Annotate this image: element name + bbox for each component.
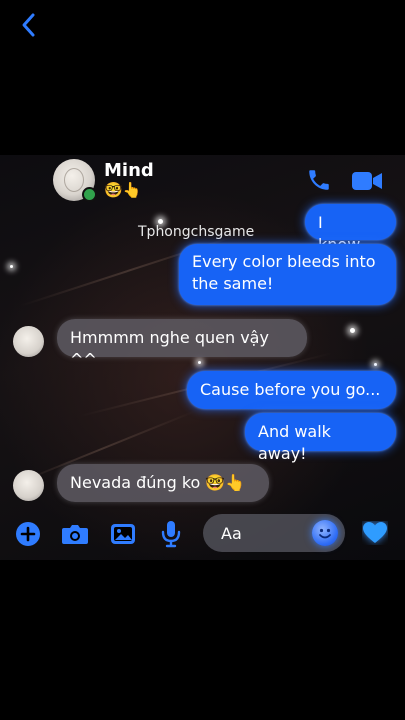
- online-indicator: [82, 187, 97, 202]
- plus-icon[interactable]: [15, 521, 41, 547]
- message-incoming[interactable]: Nevada đúng ko 🤓👆: [57, 464, 269, 502]
- contact-name[interactable]: Mind: [104, 160, 154, 181]
- watermark: Tphongchsgame: [138, 224, 255, 240]
- video-call-icon[interactable]: [351, 170, 383, 192]
- contact-avatar-small: [13, 326, 44, 357]
- back-arrow-icon[interactable]: [18, 12, 40, 38]
- message-outgoing[interactable]: And walk away!: [245, 413, 396, 463]
- image-icon[interactable]: [110, 522, 136, 546]
- message-outgoing[interactable]: Every color bleeds into the same!: [179, 244, 396, 305]
- contact-status: 🤓👆: [104, 181, 142, 199]
- phone-call-icon[interactable]: [306, 167, 332, 193]
- message-outgoing[interactable]: I know...: [305, 204, 396, 254]
- heart-icon[interactable]: [362, 521, 388, 545]
- message-incoming[interactable]: Hmmmm nghe quen vậy ^^: [57, 319, 307, 369]
- emoji-icon[interactable]: [312, 520, 338, 546]
- microphone-icon[interactable]: [160, 520, 182, 548]
- contact-avatar-small: [13, 470, 44, 501]
- camera-icon[interactable]: [61, 522, 89, 546]
- message-input-placeholder: Aa: [221, 524, 242, 543]
- message-outgoing[interactable]: Cause before you go...: [187, 371, 396, 409]
